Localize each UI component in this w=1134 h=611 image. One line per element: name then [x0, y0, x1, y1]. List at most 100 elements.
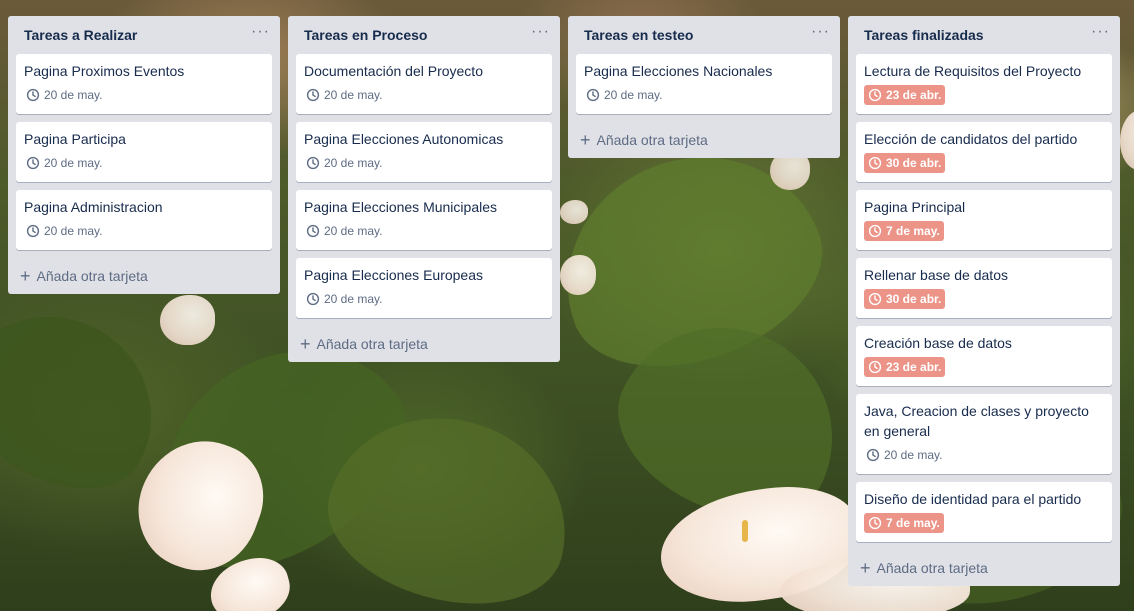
- due-date-badge-overdue[interactable]: 30 de abr.: [864, 153, 946, 173]
- due-date-badge-overdue[interactable]: 7 de may.: [864, 513, 944, 533]
- due-date-badge[interactable]: 20 de may.: [304, 221, 384, 241]
- plus-icon: +: [300, 334, 311, 354]
- due-date-text: 20 de may.: [324, 292, 383, 306]
- card[interactable]: Pagina Principal 7 de may.: [856, 190, 1112, 250]
- card-title: Pagina Proximos Eventos: [24, 63, 185, 79]
- list-title[interactable]: Tareas en Proceso: [304, 27, 427, 43]
- due-date-badge[interactable]: 20 de may.: [24, 85, 104, 105]
- card-title: Pagina Elecciones Autonomicas: [304, 131, 504, 147]
- list-title[interactable]: Tareas finalizadas: [864, 27, 984, 43]
- due-date-badge[interactable]: 20 de may.: [584, 85, 664, 105]
- list-title[interactable]: Tareas a Realizar: [24, 27, 137, 43]
- card[interactable]: Pagina Administracion 20 de may.: [16, 190, 272, 250]
- due-date-text: 20 de may.: [324, 156, 383, 170]
- card[interactable]: Java, Creacion de clases y proyecto en g…: [856, 394, 1112, 474]
- add-card-label: Añada otra tarjeta: [596, 132, 708, 148]
- list-1: Tareas en Proceso ··· Documentación del Pr…: [288, 16, 560, 362]
- due-date-text: 23 de abr.: [886, 88, 942, 102]
- list-0: Tareas a Realizar ··· Pagina Proximos Even…: [8, 16, 280, 294]
- more-options-icon[interactable]: ···: [1091, 24, 1110, 43]
- add-card-label: Añada otra tarjeta: [316, 336, 428, 352]
- clock-icon: [306, 292, 320, 306]
- clock-icon: [868, 516, 882, 530]
- due-date-text: 20 de may.: [44, 88, 103, 102]
- card-title: Creación base de datos: [864, 335, 1012, 351]
- plus-icon: +: [20, 266, 31, 286]
- list-3: Tareas finalizadas ··· Lectura de Requisit…: [848, 16, 1120, 586]
- card-title: Elección de candidatos del partido: [864, 131, 1078, 147]
- card[interactable]: Pagina Elecciones Europeas 20 de may.: [296, 258, 552, 318]
- card[interactable]: Elección de candidatos del partido 30 de …: [856, 122, 1112, 182]
- card[interactable]: Rellenar base de datos 30 de abr.: [856, 258, 1112, 318]
- clock-icon: [866, 448, 880, 462]
- due-date-text: 20 de may.: [324, 224, 383, 238]
- due-date-text: 20 de may.: [44, 156, 103, 170]
- due-date-text: 7 de may.: [886, 224, 940, 238]
- due-date-text: 20 de may.: [44, 224, 103, 238]
- more-options-icon[interactable]: ···: [251, 24, 270, 43]
- list-header[interactable]: Tareas a Realizar ···: [8, 16, 280, 54]
- add-card-label: Añada otra tarjeta: [876, 560, 988, 576]
- due-date-badge-overdue[interactable]: 7 de may.: [864, 221, 944, 241]
- list-header[interactable]: Tareas en Proceso ···: [288, 16, 560, 54]
- plus-icon: +: [860, 558, 871, 578]
- add-card-label: Añada otra tarjeta: [36, 268, 148, 284]
- add-card-button[interactable]: + Añada otra tarjeta: [576, 122, 832, 158]
- clock-icon: [868, 292, 882, 306]
- card-title: Documentación del Proyecto: [304, 63, 483, 79]
- card[interactable]: Pagina Elecciones Autonomicas 20 de may.: [296, 122, 552, 182]
- add-card-button[interactable]: + Añada otra tarjeta: [296, 326, 552, 362]
- card[interactable]: Pagina Proximos Eventos 20 de may.: [16, 54, 272, 114]
- add-card-button[interactable]: + Añada otra tarjeta: [856, 550, 1112, 586]
- card[interactable]: Pagina Elecciones Municipales 20 de may.: [296, 190, 552, 250]
- due-date-text: 20 de may.: [324, 88, 383, 102]
- card-title: Pagina Administracion: [24, 199, 163, 215]
- due-date-badge[interactable]: 20 de may.: [304, 153, 384, 173]
- clock-icon: [26, 156, 40, 170]
- card-title: Pagina Elecciones Nacionales: [584, 63, 773, 79]
- clock-icon: [586, 88, 600, 102]
- card-title: Java, Creacion de clases y proyecto en g…: [864, 403, 1089, 439]
- plus-icon: +: [580, 130, 591, 150]
- list-title[interactable]: Tareas en testeo: [584, 27, 693, 43]
- clock-icon: [26, 224, 40, 238]
- clock-icon: [868, 156, 882, 170]
- card-title: Pagina Elecciones Municipales: [304, 199, 497, 215]
- card[interactable]: Pagina Participa 20 de may.: [16, 122, 272, 182]
- card-title: Rellenar base de datos: [864, 267, 1008, 283]
- due-date-badge-overdue[interactable]: 30 de abr.: [864, 289, 946, 309]
- more-options-icon[interactable]: ···: [811, 24, 830, 43]
- due-date-badge[interactable]: 20 de may.: [24, 221, 104, 241]
- due-date-badge-overdue[interactable]: 23 de abr.: [864, 357, 946, 377]
- clock-icon: [868, 360, 882, 374]
- card-title: Pagina Elecciones Europeas: [304, 267, 484, 283]
- card-title: Pagina Principal: [864, 199, 966, 215]
- clock-icon: [306, 224, 320, 238]
- card[interactable]: Lectura de Requisitos del Proyecto 23 de …: [856, 54, 1112, 114]
- due-date-text: 30 de abr.: [886, 292, 942, 306]
- due-date-text: 20 de may.: [884, 448, 943, 462]
- clock-icon: [26, 88, 40, 102]
- card[interactable]: Pagina Elecciones Nacionales 20 de may.: [576, 54, 832, 114]
- card[interactable]: Creación base de datos 23 de abr.: [856, 326, 1112, 386]
- list-header[interactable]: Tareas en testeo ···: [568, 16, 840, 54]
- more-options-icon[interactable]: ···: [531, 24, 550, 43]
- clock-icon: [306, 88, 320, 102]
- due-date-text: 7 de may.: [886, 516, 940, 530]
- add-card-button[interactable]: + Añada otra tarjeta: [16, 258, 272, 294]
- due-date-text: 23 de abr.: [886, 360, 942, 374]
- clock-icon: [868, 224, 882, 238]
- card-title: Lectura de Requisitos del Proyecto: [864, 63, 1082, 79]
- clock-icon: [868, 88, 882, 102]
- card[interactable]: Documentación del Proyecto 20 de may.: [296, 54, 552, 114]
- list-header[interactable]: Tareas finalizadas ···: [848, 16, 1120, 54]
- due-date-badge[interactable]: 20 de may.: [864, 445, 944, 465]
- due-date-badge[interactable]: 20 de may.: [304, 289, 384, 309]
- list-2: Tareas en testeo ··· Pagina Elecciones Nac…: [568, 16, 840, 158]
- due-date-badge[interactable]: 20 de may.: [304, 85, 384, 105]
- card-title: Pagina Participa: [24, 131, 126, 147]
- card[interactable]: Diseño de identidad para el partido 7 de …: [856, 482, 1112, 542]
- due-date-badge-overdue[interactable]: 23 de abr.: [864, 85, 946, 105]
- due-date-text: 20 de may.: [604, 88, 663, 102]
- due-date-badge[interactable]: 20 de may.: [24, 153, 104, 173]
